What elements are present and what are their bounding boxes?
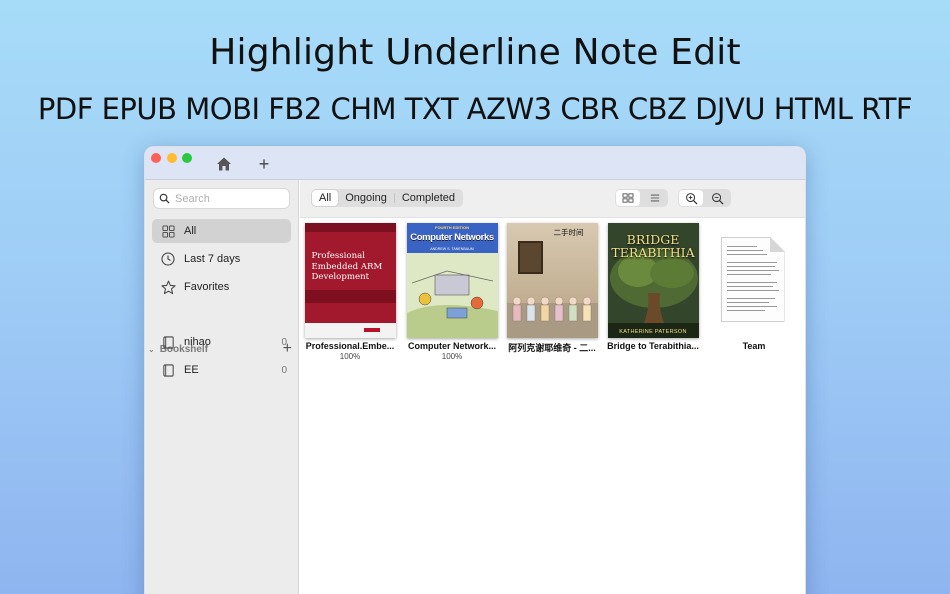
book-item[interactable]: Team	[708, 223, 800, 352]
cover-edition: FOURTH EDITION	[435, 225, 469, 230]
filter-segmented-control: All Ongoing Completed	[311, 189, 464, 207]
new-tab-plus-icon[interactable]: +	[256, 155, 272, 173]
grid-icon	[160, 223, 176, 239]
cover-title: BRIDGE TERABITHIA	[608, 233, 699, 259]
book-progress: 100%	[339, 352, 361, 361]
sidebar-item-label: All	[184, 225, 197, 237]
search-icon	[159, 193, 170, 204]
cover-title: Professional Embedded ARM Development	[311, 251, 383, 282]
book-icon	[160, 362, 176, 378]
book-cover: FOURTH EDITION Computer Networks ANDREW …	[406, 223, 498, 338]
filter-ongoing[interactable]: Ongoing	[338, 190, 394, 206]
book-cover: 二手时间	[506, 223, 598, 338]
book-item[interactable]: Professional Embedded ARM Development Pr…	[304, 223, 396, 361]
book-title: Bridge to Terabithia...	[607, 341, 699, 351]
view-mode-toggle	[615, 189, 668, 207]
book-title: Professional.Embe...	[305, 341, 395, 351]
book-title: Team	[742, 341, 766, 351]
shelf-label: nihao	[184, 336, 211, 348]
sidebar-item-label: Favorites	[184, 281, 230, 293]
filter-completed[interactable]: Completed	[395, 190, 462, 206]
home-icon[interactable]	[216, 156, 232, 172]
clock-icon	[160, 251, 176, 267]
cover-title: Computer Networks	[410, 232, 494, 243]
headline-features: Highlight Underline Note Edit	[209, 32, 741, 73]
titlebar: +	[145, 147, 805, 180]
cover-picture-frame	[517, 241, 543, 274]
book-item[interactable]: BRIDGE TERABITHIA KATHERINE PATERSON Bri…	[607, 223, 699, 352]
book-item[interactable]: 二手时间 阿列克谢耶维奇 - 二...	[506, 223, 598, 355]
cover-title-line2: TERABITHIA	[611, 245, 695, 260]
book-title: Computer Network...	[407, 341, 496, 351]
book-title: 阿列克谢耶维奇 - 二...	[508, 343, 596, 353]
shelf-item-nihao[interactable]: nihao 0	[152, 330, 291, 354]
book-progress: 100%	[441, 352, 463, 361]
close-button[interactable]	[151, 153, 161, 163]
sidebar: Search All Last 7 days Favorites ⌄ Books…	[145, 180, 299, 594]
zoom-out-icon[interactable]	[706, 190, 730, 206]
book-item[interactable]: FOURTH EDITION Computer Networks ANDREW …	[406, 223, 498, 361]
filter-all[interactable]: All	[312, 190, 339, 206]
shelf-label: EE	[184, 364, 199, 376]
zoom-in-icon[interactable]	[679, 190, 704, 206]
cover-author: KATHERINE PATERSON	[619, 329, 687, 335]
book-cover	[709, 223, 800, 338]
cover-author: ANDREW S. TANENBAUM	[430, 247, 474, 251]
search-placeholder: Search	[175, 192, 210, 205]
sidebar-item-favorites[interactable]: Favorites	[152, 275, 291, 299]
zoom-button[interactable]	[182, 153, 192, 163]
toolbar: All Ongoing Completed	[300, 180, 805, 218]
cover-illustration	[406, 253, 498, 338]
book-icon	[160, 334, 176, 350]
shelf-item-ee[interactable]: EE 0	[152, 358, 291, 382]
grid-view-icon[interactable]	[616, 190, 641, 206]
library-view: All Ongoing Completed Professional Embed…	[300, 180, 805, 594]
sidebar-item-all[interactable]: All	[152, 219, 291, 243]
headline-formats: PDF EPUB MOBI FB2 CHM TXT AZW3 CBR CBZ D…	[37, 92, 913, 126]
book-cover: Professional Embedded ARM Development	[304, 223, 396, 338]
page-fold	[769, 237, 785, 252]
search-input[interactable]: Search	[153, 188, 290, 209]
list-view-icon[interactable]	[643, 190, 667, 206]
app-window: + Search All Last 7 days Favorites ⌄ Boo…	[144, 146, 806, 594]
cover-photo-children	[512, 296, 591, 322]
shelf-count: 0	[281, 336, 287, 348]
book-cover: BRIDGE TERABITHIA KATHERINE PATERSON	[607, 223, 699, 338]
minimize-button[interactable]	[167, 153, 177, 163]
cover-title: 二手时间	[553, 228, 584, 237]
zoom-controls	[678, 189, 731, 207]
sidebar-item-label: Last 7 days	[184, 253, 241, 265]
sidebar-item-last-7-days[interactable]: Last 7 days	[152, 247, 291, 271]
star-icon	[160, 279, 176, 295]
shelf-count: 0	[281, 364, 287, 376]
